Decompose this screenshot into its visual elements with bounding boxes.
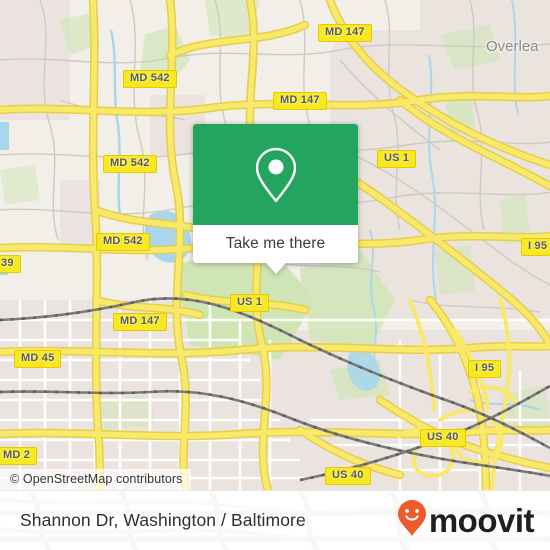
location-popup-card[interactable]: Take me there [193,124,358,274]
moovit-wordmark: moovit [428,502,535,539]
moovit-brand[interactable]: moovit [397,499,535,542]
moovit-pin-smiley-icon [397,499,427,542]
location-title: Shannon Dr, Washington / Baltimore [20,510,306,530]
road-shield: MD 147 [318,24,372,42]
footer-bar: Shannon Dr, Washington / Baltimore moovi… [0,490,550,550]
road-shield: MD 45 [14,350,62,368]
road-shield: US 40 [420,429,466,447]
place-label: Overlea [486,38,539,55]
road-shield: US 40 [325,467,371,485]
popup-pointer [264,262,287,274]
map-pin-icon [253,146,299,204]
road-shield: MD 542 [96,233,150,251]
road-shield: 39 [0,255,21,273]
road-shield: MD 2 [0,447,38,465]
map-page: MD 147 MD 542 MD 147 MD 542 US 1 MD 542 I 95 39… [0,0,550,550]
road-shield: MD 542 [123,70,177,88]
road-shield: MD 542 [103,155,157,173]
road-shield: US 1 [377,150,417,168]
road-shield: I 95 [521,238,550,256]
popup-inner: Take me there [193,124,358,274]
road-shield: MD 147 [113,313,167,331]
take-me-there-button[interactable]: Take me there [193,225,358,263]
road-shield: I 95 [468,360,502,378]
popup-image-area [193,124,358,225]
road-shield: US 1 [230,294,270,312]
road-shield: MD 147 [273,92,327,110]
osm-attribution[interactable]: © OpenStreetMap contributors [0,469,191,490]
